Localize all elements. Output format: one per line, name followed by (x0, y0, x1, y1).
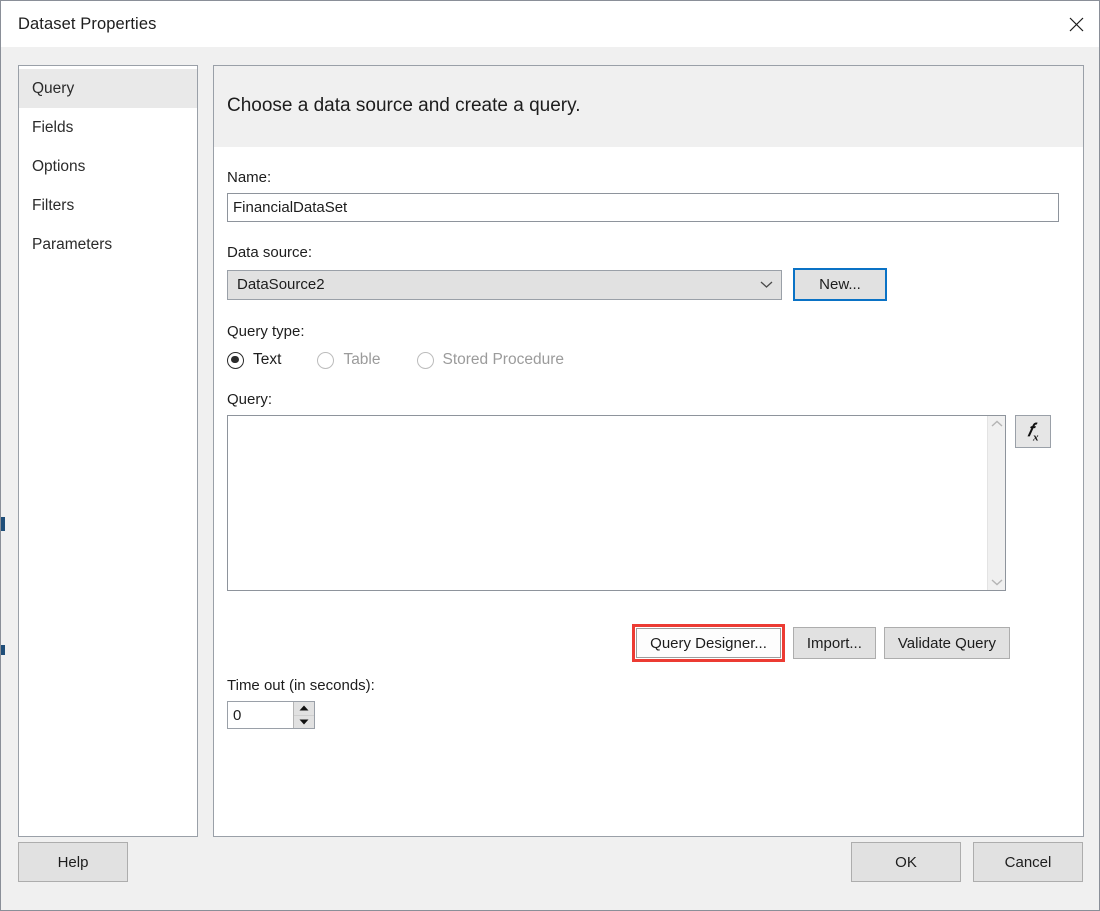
panel-body: Name: Data source: DataSource2 (214, 169, 1083, 859)
timeout-increment-button[interactable] (294, 702, 314, 716)
radio-label-table: Table (343, 351, 380, 369)
timeout-field-group: Time out (in seconds): (227, 677, 375, 729)
datasource-field-group: Data source: DataSource2 New... (227, 244, 1070, 301)
close-icon[interactable] (1053, 2, 1099, 47)
dialog-footer: Help OK Cancel (1, 836, 1099, 910)
dataset-properties-dialog: Dataset Properties Query Fields Options … (0, 0, 1100, 911)
name-field-group: Name: (227, 169, 1070, 222)
query-label: Query: (227, 391, 1070, 408)
footer-actions: OK Cancel (851, 842, 1083, 882)
timeout-label: Time out (in seconds): (227, 677, 375, 694)
chevron-down-icon[interactable] (991, 578, 1003, 586)
radio-query-type-stored-procedure[interactable]: Stored Procedure (417, 351, 565, 369)
background-window-sliver (1, 645, 5, 655)
timeout-input[interactable] (228, 702, 293, 728)
sidebar: Query Fields Options Filters Parameters (18, 65, 198, 837)
background-window-sliver (1, 517, 5, 531)
datasource-selected-value: DataSource2 (237, 276, 325, 293)
query-editor (227, 415, 1006, 591)
sidebar-item-parameters[interactable]: Parameters (19, 225, 197, 264)
query-panel: Choose a data source and create a query.… (213, 65, 1084, 837)
new-datasource-button[interactable]: New... (793, 268, 887, 301)
query-designer-button[interactable]: Query Designer... (636, 628, 781, 658)
timeout-stepper (227, 701, 315, 729)
timeout-decrement-button[interactable] (294, 716, 314, 729)
triangle-up-icon (299, 705, 309, 711)
title-bar: Dataset Properties (1, 1, 1099, 47)
sidebar-item-fields[interactable]: Fields (19, 108, 197, 147)
chevron-up-icon-glyph (991, 420, 1003, 428)
sidebar-item-query[interactable]: Query (19, 69, 197, 108)
name-label: Name: (227, 169, 1070, 186)
radio-query-type-table[interactable]: Table (317, 351, 380, 369)
cancel-button[interactable]: Cancel (973, 842, 1083, 882)
chevron-up-icon[interactable] (991, 420, 1003, 428)
datasource-row: DataSource2 New... (227, 268, 1070, 301)
expression-fx-button[interactable]: 𝑓x (1015, 415, 1051, 448)
radio-mark-icon (417, 352, 434, 369)
validate-query-button[interactable]: Validate Query (884, 627, 1010, 659)
ok-button[interactable]: OK (851, 842, 961, 882)
dialog-content: Query Fields Options Filters Parameters … (1, 47, 1099, 836)
query-type-radio-group: Text Table Stored Procedure (227, 351, 1070, 369)
triangle-down-icon (299, 719, 309, 725)
help-button[interactable]: Help (18, 842, 128, 882)
name-input[interactable] (227, 193, 1059, 222)
panel-header: Choose a data source and create a query. (214, 66, 1083, 147)
chevron-down-icon-glyph (991, 578, 1003, 586)
chevron-down-icon-glyph (760, 280, 773, 289)
page-title: Choose a data source and create a query. (214, 95, 581, 117)
query-scrollbar[interactable] (987, 416, 1005, 590)
sidebar-item-options[interactable]: Options (19, 147, 197, 186)
radio-mark-icon (317, 352, 334, 369)
sidebar-item-filters[interactable]: Filters (19, 186, 197, 225)
query-type-group: Query type: Text Table Stored Procedu (227, 323, 1070, 369)
datasource-dropdown[interactable]: DataSource2 (227, 270, 782, 300)
query-type-label: Query type: (227, 323, 1070, 340)
import-button[interactable]: Import... (793, 627, 876, 659)
datasource-label: Data source: (227, 244, 1070, 261)
fx-icon: 𝑓x (1027, 420, 1038, 444)
radio-label-stored-procedure: Stored Procedure (443, 351, 565, 369)
query-actions: Query Designer... Import... Validate Que… (632, 624, 1010, 662)
close-icon-glyph (1069, 17, 1084, 32)
radio-mark-icon (227, 352, 244, 369)
query-designer-highlight: Query Designer... (632, 624, 785, 662)
query-row: 𝑓x (227, 415, 1070, 591)
radio-query-type-text[interactable]: Text (227, 351, 281, 369)
timeout-stepper-buttons (293, 702, 314, 728)
chevron-down-icon (760, 276, 773, 293)
query-field-group: Query: (227, 391, 1070, 591)
query-input[interactable] (228, 416, 988, 590)
window-title: Dataset Properties (1, 15, 156, 34)
radio-label-text: Text (253, 351, 281, 369)
